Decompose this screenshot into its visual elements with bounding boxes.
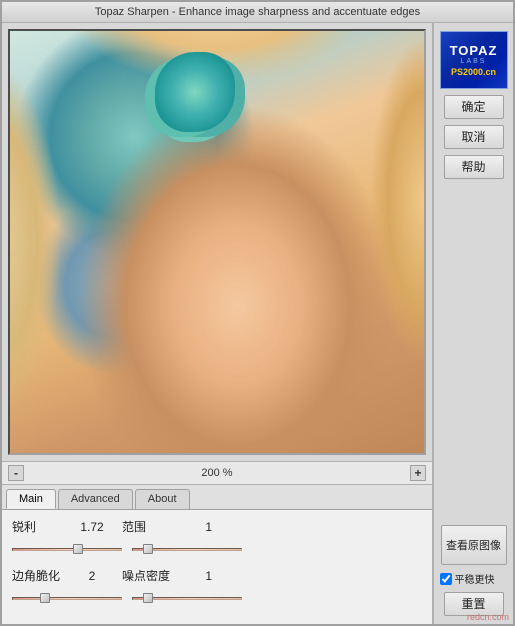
image-preview[interactable] <box>8 29 426 455</box>
image-bg <box>10 31 424 453</box>
smooth-faster-label: 平稳更快 <box>455 571 495 586</box>
main-window: Topaz Sharpen - Enhance image sharpness … <box>0 0 515 626</box>
topaz-logo: TOPAZ LABS PS2000.cn <box>440 31 508 89</box>
tab-advanced[interactable]: Advanced <box>58 489 133 509</box>
brand-watermark: redcn.com <box>467 612 509 622</box>
tab-main[interactable]: Main <box>6 489 56 509</box>
flower-layer <box>155 52 235 132</box>
smooth-faster-checkbox[interactable] <box>440 573 452 585</box>
noise-slider[interactable] <box>132 590 242 606</box>
corner-slider[interactable] <box>12 590 122 606</box>
window-title: Topaz Sharpen - Enhance image sharpness … <box>95 6 420 18</box>
title-bar: Topaz Sharpen - Enhance image sharpness … <box>2 2 513 23</box>
slider-row-2 <box>12 590 422 606</box>
corner-slider-track <box>12 597 122 600</box>
range-value: 1 <box>182 520 212 534</box>
zoom-out-button[interactable]: - <box>8 465 24 481</box>
sharpen-slider[interactable] <box>12 541 122 557</box>
right-panel: TOPAZ LABS PS2000.cn 确定 取消 帮助 查看原图像 平稳更快 <box>433 23 513 624</box>
logo-ps-text: PS2000.cn <box>451 67 496 77</box>
noise-value: 1 <box>182 569 212 583</box>
range-slider-thumb[interactable] <box>143 544 153 554</box>
sharpen-slider-thumb[interactable] <box>73 544 83 554</box>
view-original-button[interactable]: 查看原图像 <box>441 525 507 565</box>
corner-value: 2 <box>72 569 112 583</box>
param-row-labels-2: 边角脆化 2 噪点密度 1 <box>12 567 422 584</box>
left-panel: - 200 % + Main Advanced About 锐利 <box>2 23 433 624</box>
sharpen-value: 1.72 <box>72 520 112 534</box>
range-slider[interactable] <box>132 541 242 557</box>
logo-topaz-text: TOPAZ <box>450 43 498 58</box>
zoom-in-button[interactable]: + <box>410 465 426 481</box>
confirm-button[interactable]: 确定 <box>444 95 504 119</box>
zoom-value: 200 % <box>24 467 410 479</box>
param-row-labels-1: 锐利 1.72 范围 1 <box>12 518 422 535</box>
help-button[interactable]: 帮助 <box>444 155 504 179</box>
corner-slider-thumb[interactable] <box>40 593 50 603</box>
main-content: - 200 % + Main Advanced About 锐利 <box>2 23 513 624</box>
noise-slider-thumb[interactable] <box>143 593 153 603</box>
cancel-button[interactable]: 取消 <box>444 125 504 149</box>
logo-labs-text: LABS <box>461 58 487 65</box>
tab-content-main: 锐利 1.72 范围 1 <box>2 510 432 624</box>
sharpen-slider-track <box>12 548 122 551</box>
range-label: 范围 <box>122 518 182 535</box>
corner-label: 边角脆化 <box>12 567 72 584</box>
tab-about[interactable]: About <box>135 489 190 509</box>
sharpen-label: 锐利 <box>12 518 72 535</box>
tabs-section: Main Advanced About 锐利 1.72 范围 1 <box>2 484 432 624</box>
tab-bar: Main Advanced About <box>2 485 432 510</box>
noise-label: 噪点密度 <box>122 567 182 584</box>
smooth-faster-row: 平稳更快 <box>440 571 508 586</box>
slider-row-1 <box>12 541 422 557</box>
zoom-bar: - 200 % + <box>2 461 432 484</box>
